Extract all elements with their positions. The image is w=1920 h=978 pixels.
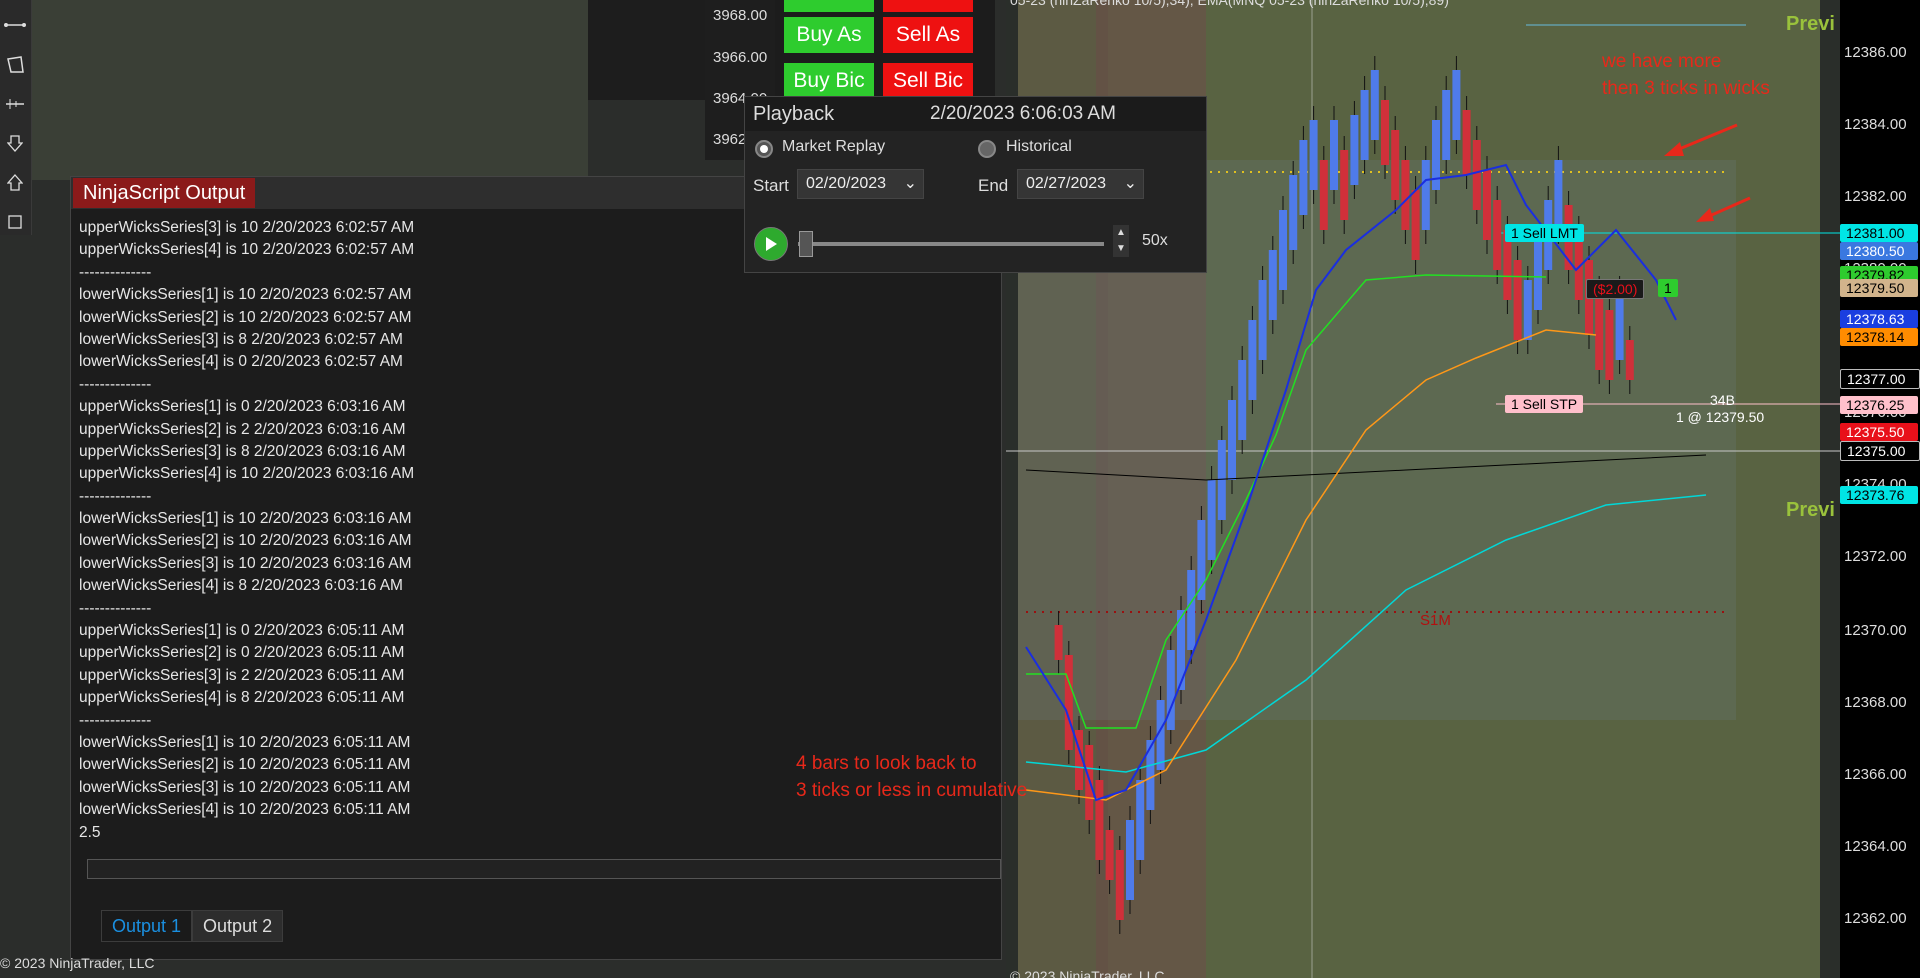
playback-panel[interactable]: Playback 2/20/2023 6:06:03 AM Market Rep… [744,96,1207,273]
copyright-text: © 2023 NinjaTrader, LLC [0,955,155,971]
price-tag: 12375.00 [1840,441,1920,461]
historical-label: Historical [1006,138,1072,155]
start-date-value: 02/20/2023 [806,175,887,192]
output-line: -------------- [79,599,152,617]
annotation-note-top: we have more then 3 ticks in wicks [1602,48,1770,102]
output-line: -------------- [79,487,152,505]
output-line: lowerWicksSeries[3] is 10 2/20/2023 6:03… [79,554,412,572]
ninjascript-output-window[interactable]: NinjaScript Output upperWicksSeries[3] i… [70,176,1002,960]
output-line: lowerWicksSeries[1] is 10 2/20/2023 6:02… [79,286,412,304]
price-axis-label: 12370.00 [1844,622,1907,639]
start-date-dropdown[interactable]: 02/20/2023 ⌄ [797,169,924,199]
output-line: lowerWicksSeries[3] is 8 2/20/2023 6:02:… [79,330,403,348]
play-icon [766,237,777,251]
price-tag: 12376.25 [1840,396,1918,414]
output-line: upperWicksSeries[1] is 0 2/20/2023 6:03:… [79,398,406,416]
price-tag: 12378.63 [1840,310,1918,328]
annotation-note-line: 4 bars to look back to [796,753,977,774]
price-tag: 12378.14 [1840,328,1918,346]
price-axis-label: 12362.00 [1844,910,1907,927]
price-axis-label: 12366.00 [1844,766,1907,783]
price-tag: 12380.50 [1840,242,1918,260]
output-line: lowerWicksSeries[4] is 8 2/20/2023 6:03:… [79,577,403,595]
price-tag: 12377.00 [1840,369,1920,389]
market-replay-radio[interactable] [755,140,773,158]
price-axis-label: 12372.00 [1844,548,1907,565]
tab-output-2[interactable]: Output 2 [192,910,284,942]
price-axis-label: 12368.00 [1844,694,1907,711]
annotation-note-line: then 3 ticks in wicks [1602,78,1770,99]
speed-stepper[interactable]: ▲ ▼ [1113,225,1129,257]
price-axis-label: 12386.00 [1844,44,1907,61]
end-label: End [978,176,1009,195]
start-label: Start [753,176,789,195]
playback-header[interactable]: Playback 2/20/2023 6:06:03 AM [745,97,1206,131]
output-line: upperWicksSeries[2] is 2 2/20/2023 6:03:… [79,420,406,438]
tab-output-1[interactable]: Output 1 [101,910,193,942]
historical-radio[interactable] [978,140,996,158]
output-input-field[interactable] [87,859,1001,879]
output-line: lowerWicksSeries[2] is 10 2/20/2023 6:03… [79,532,412,550]
chevron-down-icon: ⌄ [1123,175,1137,192]
annotation-note-line: 3 ticks or less in cumulative [796,780,1028,801]
annotation-note-bottom: 4 bars to look back to 3 ticks or less i… [796,750,1027,804]
output-line: -------------- [79,711,152,729]
end-date-dropdown[interactable]: 02/27/2023 ⌄ [1017,169,1144,199]
window-title: NinjaScript Output [73,178,256,208]
annotation-note-line: we have more [1602,51,1722,72]
playback-progress-track[interactable] [798,242,1104,246]
output-line: -------------- [79,375,152,393]
output-line: upperWicksSeries[3] is 8 2/20/2023 6:03:… [79,442,406,460]
playback-title: Playback [753,103,835,125]
play-button[interactable] [754,227,788,261]
end-date-value: 02/27/2023 [1026,175,1107,192]
chevron-down-icon: ⌄ [903,175,917,192]
output-tabs: Output 1 Output 2 [101,910,284,942]
output-line: upperWicksSeries[3] is 2 2/20/2023 6:05:… [79,666,405,684]
output-line: upperWicksSeries[2] is 0 2/20/2023 6:05:… [79,644,405,662]
output-line: upperWicksSeries[1] is 0 2/20/2023 6:05:… [79,622,405,640]
price-tag: 12373.76 [1840,486,1918,504]
speed-value: 50x [1142,232,1168,249]
output-line: lowerWicksSeries[2] is 10 2/20/2023 6:02… [79,308,412,326]
output-line: upperWicksSeries[4] is 10 2/20/2023 6:03… [79,465,415,483]
price-tag: 12375.50 [1840,423,1918,441]
playback-datetime: 2/20/2023 6:06:03 AM [930,103,1116,124]
price-axis-label: 12382.00 [1844,188,1907,205]
output-line: 2.5 [79,823,101,841]
output-line: lowerWicksSeries[4] is 0 2/20/2023 6:02:… [79,353,403,371]
market-replay-label: Market Replay [782,138,886,155]
price-tag: 12381.00 [1840,224,1918,242]
output-line: lowerWicksSeries[1] is 10 2/20/2023 6:03… [79,510,412,528]
output-line: upperWicksSeries[4] is 8 2/20/2023 6:05:… [79,689,405,707]
price-tag: 12379.50 [1840,279,1918,297]
playback-progress-handle[interactable] [799,231,813,257]
price-axis-label: 12384.00 [1844,116,1907,133]
price-axis-label: 12364.00 [1844,838,1907,855]
